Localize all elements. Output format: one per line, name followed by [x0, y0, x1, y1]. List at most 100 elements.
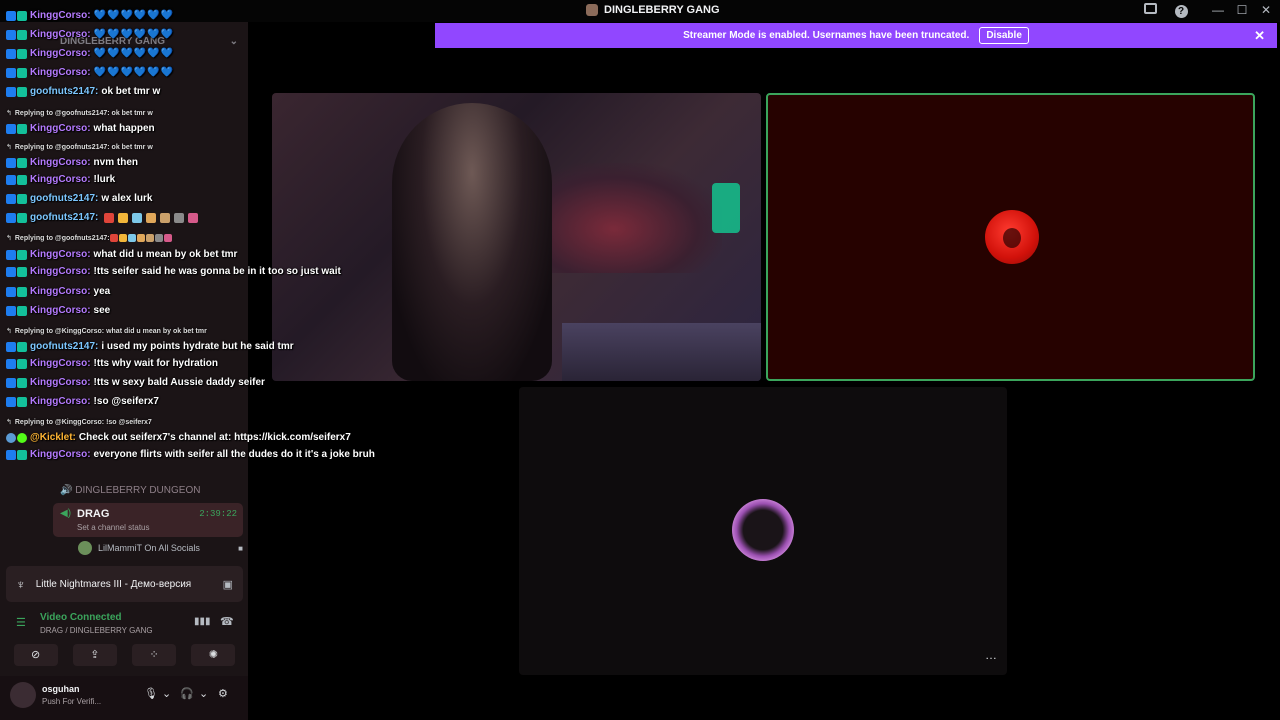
chat-username[interactable]: KinggCorso: [30, 266, 91, 277]
chat-username[interactable]: KinggCorso: [30, 286, 91, 297]
chat-text: 💙💙💙💙💙💙 [93, 67, 175, 78]
chat-text: Check out seiferx7's channel at: https:/… [78, 432, 351, 443]
signal-icon[interactable]: ☰ [16, 616, 26, 629]
badges [6, 212, 27, 223]
video-tile-speaking[interactable] [766, 93, 1255, 381]
chat-username[interactable]: KinggCorso: [30, 358, 91, 369]
voice-channel-name: DRAG [77, 508, 110, 520]
chat-username[interactable]: KinggCorso: [30, 157, 91, 168]
chat-message: goofnuts2147: w alex lurk [6, 193, 152, 204]
chat-username[interactable]: @Kicklet: [30, 432, 76, 443]
badges [6, 123, 27, 134]
active-voice-channel[interactable]: ◀) DRAG Set a channel status 2:39:22 [53, 503, 243, 537]
chat-username[interactable]: KinggCorso: [30, 174, 91, 185]
reply-text: Replying to @goofnuts2147: [14, 235, 110, 242]
chat-username[interactable]: KinggCorso: [30, 249, 91, 260]
subscriber-badge-icon [6, 48, 16, 59]
channel-status[interactable]: Set a channel status [77, 523, 150, 532]
chat-username[interactable]: KinggCorso: [30, 305, 91, 316]
chat-username[interactable]: KinggCorso: [30, 449, 91, 460]
chat-text: !tts why wait for hydration [93, 358, 218, 369]
reply-text: Replying to @goofnuts2147: ok bet tmr w [14, 110, 153, 117]
badges [6, 377, 27, 388]
chat-username[interactable]: goofnuts2147: [30, 193, 98, 204]
chat-text: nvm then [93, 157, 138, 168]
badges [6, 193, 27, 204]
gifter-badge-icon [17, 341, 27, 352]
badges [6, 449, 27, 460]
chat-username[interactable]: KinggCorso: [30, 29, 91, 40]
subscriber-badge-icon [6, 212, 16, 223]
chat-message: KinggCorso: what did u mean by ok bet tmr [6, 249, 237, 260]
emote-icon [145, 234, 154, 243]
chat-message: KinggCorso: !tts seifer said he was gonna… [6, 266, 341, 277]
voice-member[interactable]: LilMammiT On All Socials ■ [78, 541, 243, 555]
chat-username[interactable]: KinggCorso: [30, 48, 91, 59]
disconnect-icon[interactable]: ☎ [220, 615, 234, 628]
stream-game-icon[interactable]: ▣ [223, 578, 233, 591]
chevron-down-icon[interactable]: ⌄ [162, 687, 171, 700]
chat-username[interactable]: goofnuts2147: [30, 86, 98, 97]
gear-icon[interactable]: ⚙ [218, 687, 228, 700]
badges [6, 396, 27, 407]
maximize-button[interactable]: ☐ [1234, 3, 1250, 17]
chevron-down-icon[interactable]: ⌄ [199, 687, 208, 700]
emote-icon [136, 234, 145, 243]
speaker-icon: ◀) [60, 508, 72, 519]
gifter-badge-icon [17, 157, 27, 168]
rtc-location: DRAG / DINGLEBERRY GANG [40, 626, 153, 635]
subscriber-badge-icon [6, 358, 16, 369]
close-icon[interactable]: ✕ [1254, 28, 1265, 44]
activities-icon[interactable]: ⁘ [132, 644, 177, 666]
chat-message: KinggCorso: !tts why wait for hydration [6, 358, 218, 369]
help-icon[interactable]: ? [1173, 3, 1189, 18]
camera-off-icon[interactable]: ⊘ [13, 644, 58, 666]
video-tile-self[interactable]: … [519, 387, 1007, 675]
chat-username[interactable]: goofnuts2147: [30, 341, 98, 352]
elapsed-time: 2:39:22 [199, 509, 237, 519]
inbox-icon[interactable] [1142, 3, 1158, 17]
gifter-badge-icon [17, 123, 27, 134]
subscriber-badge-icon [6, 377, 16, 388]
activity-title: Little Nightmares III - Демо-версия [35, 578, 192, 590]
chat-text: i used my points hydrate but he said tmr [101, 341, 294, 352]
reply-text: Replying to @KinggCorso: what did u mean… [14, 328, 207, 335]
chat-username[interactable]: KinggCorso: [30, 67, 91, 78]
noise-suppression-icon[interactable]: ▮▮▮ [194, 616, 211, 627]
gifter-badge-icon [17, 174, 27, 185]
emote-icon [109, 234, 118, 243]
media-controls: ⊘ ⇪ ⁘ ✺ [6, 642, 243, 668]
subscriber-badge-icon [6, 174, 16, 185]
chat-username[interactable]: KinggCorso: [30, 396, 91, 407]
chat-message: KinggCorso: yea [6, 286, 110, 297]
activity-card[interactable]: ♆ Little Nightmares III - Демо-версия ▣ [6, 566, 243, 602]
rtc-status[interactable]: Video Connected [40, 612, 122, 623]
avatar [78, 541, 92, 555]
minimize-button[interactable]: — [1210, 3, 1226, 17]
subscriber-badge-icon [6, 123, 16, 134]
window-title-text: DINGLEBERRY GANG [604, 4, 720, 16]
chat-username[interactable]: KinggCorso: [30, 123, 91, 134]
camera-icon: ■ [238, 543, 243, 553]
microphone-icon[interactable]: 🎙 [144, 687, 158, 700]
user-name[interactable]: osguhan [42, 684, 80, 694]
chat-text: see [93, 305, 111, 316]
subscriber-badge-icon [6, 449, 16, 460]
soundboard-icon[interactable]: ✺ [191, 644, 236, 666]
user-status: Push For Verifi... [42, 697, 102, 706]
chat-username[interactable]: goofnuts2147: [30, 212, 98, 223]
emote-icon [154, 234, 163, 243]
avatar[interactable] [10, 682, 36, 708]
badges [6, 286, 27, 297]
reply-context: ↰ Replying to @KinggCorso: what did u mea… [6, 327, 207, 335]
more-options-icon[interactable]: … [983, 649, 999, 665]
headphones-icon[interactable]: 🎧 [180, 687, 194, 700]
chat-username[interactable]: KinggCorso: [30, 10, 91, 21]
chat-username[interactable]: KinggCorso: [30, 377, 91, 388]
close-window-button[interactable]: ✕ [1258, 3, 1274, 17]
gifter-badge-icon [17, 358, 27, 369]
reply-arrow-icon: ↰ [6, 419, 12, 426]
share-screen-icon[interactable]: ⇪ [72, 644, 117, 666]
disable-streamer-mode-button[interactable]: Disable [979, 27, 1029, 44]
window-title: DINGLEBERRY GANG [586, 4, 720, 16]
